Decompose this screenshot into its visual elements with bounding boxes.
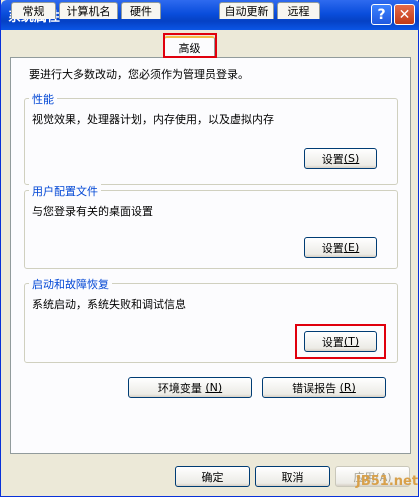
button-shortcut: (E) bbox=[343, 241, 360, 254]
button-label: 设置 bbox=[321, 152, 344, 166]
cancel-button[interactable]: 取消 bbox=[255, 466, 330, 487]
help-button[interactable]: ? bbox=[371, 4, 392, 25]
advanced-tab-panel: 要进行大多数改动，您必须作为管理员登录。 性能 视觉效果，处理器计划，内存使用，… bbox=[10, 57, 411, 454]
button-shortcut: (N) bbox=[205, 381, 223, 394]
group-description: 系统启动，系统失败和调试信息 bbox=[32, 298, 186, 311]
tab-remote[interactable]: 远程 bbox=[277, 2, 320, 19]
button-shortcut: (R) bbox=[339, 381, 356, 394]
button-label: 设置 bbox=[321, 241, 344, 255]
system-properties-window: 系统属性 ? ✕ 常规 计算机名 硬件 高级 自动更新 远程 要进行大多数改动，… bbox=[0, 0, 419, 497]
error-reporting-button[interactable]: 错误报告 (R) bbox=[262, 377, 386, 398]
user-profiles-settings-button[interactable]: 设置 (E) bbox=[304, 237, 377, 258]
user-profiles-group: 用户配置文件 与您登录有关的桌面设置 设置 (E) bbox=[24, 183, 398, 269]
watermark: JB51.net bbox=[356, 474, 419, 489]
performance-settings-button[interactable]: 设置 (S) bbox=[304, 148, 377, 169]
tab-computer-name[interactable]: 计算机名 bbox=[59, 2, 118, 19]
tab-hardware[interactable]: 硬件 bbox=[121, 2, 161, 19]
advanced-tab-highlight bbox=[163, 33, 217, 58]
group-title: 启动和故障恢复 bbox=[29, 276, 112, 292]
group-description: 视觉效果，处理器计划，内存使用，以及虚拟内存 bbox=[32, 113, 274, 126]
tab-automatic-updates[interactable]: 自动更新 bbox=[219, 2, 274, 19]
button-label: 错误报告 bbox=[292, 381, 337, 395]
help-icon: ? bbox=[377, 6, 386, 23]
button-shortcut: (S) bbox=[343, 152, 360, 165]
group-description: 与您登录有关的桌面设置 bbox=[32, 205, 153, 218]
performance-group: 性能 视觉效果，处理器计划，内存使用，以及虚拟内存 设置 (S) bbox=[24, 91, 398, 185]
ok-button[interactable]: 确定 bbox=[175, 466, 250, 487]
startup-settings-highlight bbox=[295, 324, 386, 359]
group-title: 性能 bbox=[29, 91, 57, 107]
close-icon: ✕ bbox=[398, 6, 411, 23]
tab-general[interactable]: 常规 bbox=[11, 2, 56, 19]
environment-variables-button[interactable]: 环境变量 (N) bbox=[128, 377, 252, 398]
button-label: 环境变量 bbox=[157, 381, 202, 395]
admin-notice: 要进行大多数改动，您必须作为管理员登录。 bbox=[29, 68, 249, 81]
group-title: 用户配置文件 bbox=[29, 183, 101, 199]
close-button[interactable]: ✕ bbox=[394, 4, 415, 25]
